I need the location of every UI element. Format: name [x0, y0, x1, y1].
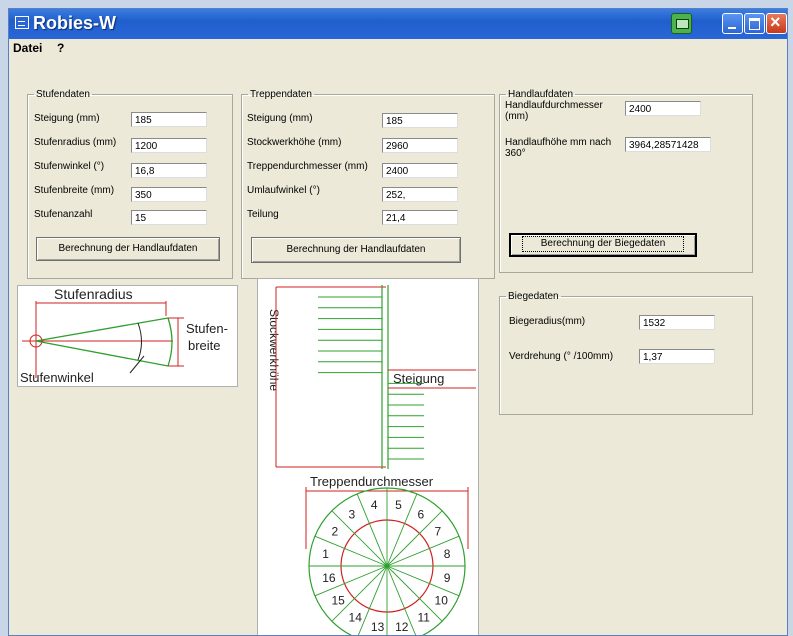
handlaufhoehe-field[interactable]: 3964,28571428 [625, 137, 711, 152]
step-number: 4 [371, 498, 378, 512]
step-number: 12 [395, 620, 409, 634]
step-number: 14 [349, 611, 363, 625]
step-number: 15 [331, 593, 345, 607]
handlaufdurchmesser-field[interactable]: 2400 [625, 101, 701, 116]
main-window: Robies-W Datei ? Stufendaten Steigung (m… [8, 8, 788, 636]
verdrehung-field[interactable]: 1,37 [639, 349, 715, 364]
biegeradius-label: Biegeradius(mm) [509, 316, 586, 327]
stockwerkhoehe-text: Stockwerkhöhe [267, 309, 281, 391]
step-number: 8 [444, 547, 451, 561]
stufenwinkel-text: Stufenwinkel [20, 370, 94, 385]
treppen-diagram-svg: Stockwerkhöhe Steigung Treppendurchmesse… [267, 285, 476, 635]
stufenwinkel-label: Stufenwinkel (°) [34, 161, 105, 172]
stockwerkhoehe-label: Stockwerkhöhe (mm) [247, 137, 342, 148]
minimize-button[interactable] [722, 13, 743, 34]
umlaufwinkel-field[interactable]: 252, [382, 187, 458, 202]
step-number: 16 [322, 571, 336, 585]
title-bar[interactable]: Robies-W [9, 9, 787, 39]
biegedaten-berechnung-button[interactable]: Berechnung der Biegedaten [509, 233, 697, 257]
teilung-field[interactable]: 21,4 [382, 210, 458, 225]
stufenbreite-field[interactable]: 350 [131, 187, 207, 202]
teilung-label: Teilung [247, 209, 279, 220]
stufenbreite-label: Stufenbreite (mm) [34, 185, 115, 196]
stufenradius-text: Stufenradius [54, 286, 133, 302]
step-number: 5 [395, 498, 402, 512]
stufen-diagram: Stufenradius Stufen- breite Stufenwinkel [17, 285, 238, 387]
stufenanzahl-field[interactable]: 15 [131, 210, 207, 225]
treppendurchmesser-field[interactable]: 2400 [382, 163, 458, 178]
step-number: 3 [349, 507, 356, 521]
treppen-steigung-field[interactable]: 185 [382, 113, 458, 128]
handlaufdurchmesser-label: Handlaufdurchmesser (mm) [505, 100, 603, 122]
menu-datei[interactable]: Datei [13, 41, 42, 55]
stufenbreite-text-1: Stufen- [186, 321, 228, 336]
print-icon[interactable] [671, 13, 692, 34]
treppendurchmesser-label: Treppendurchmesser (mm) [247, 161, 368, 172]
steigung-text: Steigung [393, 371, 444, 386]
step-number: 11 [417, 611, 430, 625]
biegeradius-field[interactable]: 1532 [639, 315, 715, 330]
step-number: 13 [371, 620, 385, 634]
treppen-diagram: Stockwerkhöhe Steigung Treppendurchmesse… [257, 278, 479, 635]
window-title: Robies-W [33, 13, 116, 33]
treppen-berechnung-button[interactable]: Berechnung der Handlaufdaten [251, 237, 461, 263]
umlaufwinkel-label: Umlaufwinkel (°) [247, 185, 320, 196]
step-number: 7 [435, 525, 442, 539]
stufendaten-legend: Stufendaten [36, 89, 90, 100]
stufenwinkel-field[interactable]: 16,8 [131, 163, 207, 178]
step-edge-top [35, 317, 169, 342]
stufenanzahl-label: Stufenanzahl [34, 209, 93, 220]
stair-spoke [331, 510, 388, 567]
menu-bar: Datei ? [9, 39, 787, 57]
handlaufhoehe-label: Handlaufhöhe mm nach 360° [505, 137, 612, 159]
menu-help[interactable]: ? [57, 41, 64, 55]
stufenradius-field[interactable]: 1200 [131, 138, 207, 153]
step-number: 10 [435, 593, 449, 607]
treppen-steigung-label: Steigung (mm) [247, 113, 313, 124]
treppendurchmesser-text: Treppendurchmesser [310, 474, 434, 489]
close-button[interactable] [766, 12, 787, 34]
step-edge-bottom [35, 340, 169, 367]
app-icon[interactable] [15, 16, 29, 29]
stufen-berechnung-button[interactable]: Berechnung der Handlaufdaten [36, 237, 220, 261]
stufen-steigung-label: Steigung (mm) [34, 113, 100, 124]
stockwerkhoehe-field[interactable]: 2960 [382, 138, 458, 153]
handlaufdaten-legend: Handlaufdaten [508, 89, 574, 100]
stufenradius-label: Stufenradius (mm) [34, 137, 117, 148]
step-arc [167, 317, 173, 367]
step-number: 2 [331, 525, 338, 539]
stufen-diagram-svg: Stufenradius Stufen- breite Stufenwinkel [20, 286, 228, 385]
step-number: 6 [417, 507, 424, 521]
step-number: 9 [444, 571, 451, 585]
step-number: 1 [322, 547, 329, 561]
verdrehung-label: Verdrehung (° /100mm) [509, 351, 614, 362]
stufenbreite-text-2: breite [188, 338, 221, 353]
treppendaten-legend: Treppendaten [250, 89, 312, 100]
maximize-button[interactable] [744, 13, 765, 34]
stufen-steigung-field[interactable]: 185 [131, 112, 207, 127]
biegedaten-berechnung-label: Berechnung der Biegedaten [521, 236, 685, 252]
biegedaten-legend: Biegedaten [508, 291, 559, 302]
